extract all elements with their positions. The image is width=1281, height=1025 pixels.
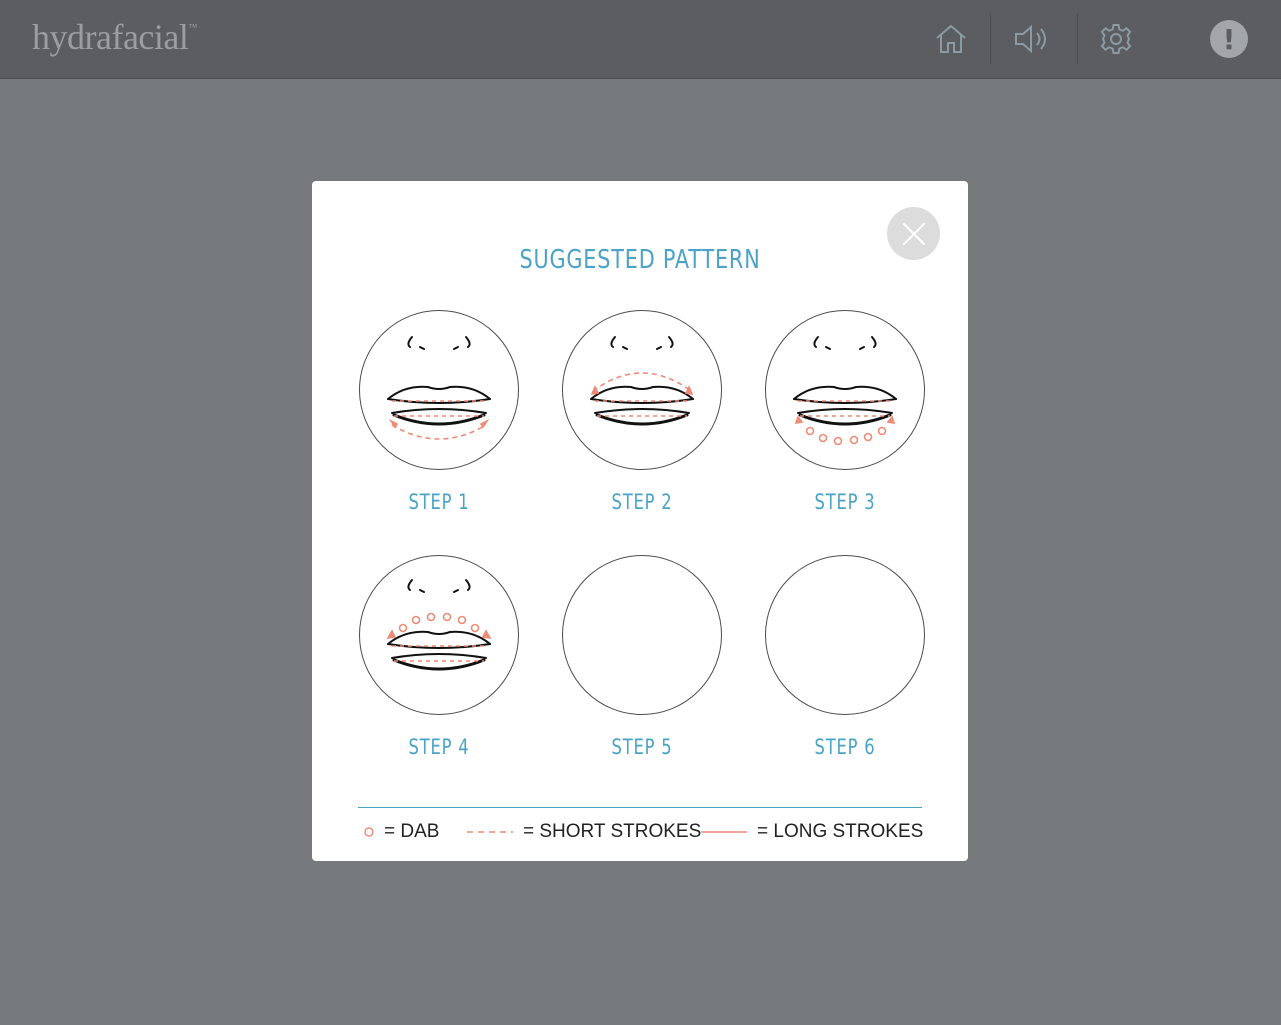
speaker-icon xyxy=(1015,24,1046,54)
modal-title: SUGGESTED PATTERN xyxy=(519,245,761,275)
legend-long-label: = LONG STROKES xyxy=(757,821,924,842)
step-6-card: STEP 6 xyxy=(755,555,935,765)
sound-button[interactable] xyxy=(1002,14,1062,64)
home-icon xyxy=(936,24,966,53)
hydrafacial-logo: hydrafacial™ xyxy=(32,17,197,57)
step-2-diagram xyxy=(562,310,722,470)
step-4-diagram xyxy=(359,555,519,715)
lower-lip xyxy=(392,413,486,426)
legend-dab: = DAB xyxy=(362,821,439,843)
alert-button[interactable]: ! xyxy=(1199,14,1259,64)
short-strokes-lower xyxy=(391,424,487,440)
step-2-label: STEP 2 xyxy=(611,490,673,514)
step-3-label: STEP 3 xyxy=(814,490,876,514)
legend-divider xyxy=(358,807,922,808)
toolbar-divider xyxy=(1077,14,1078,64)
step-1-diagram xyxy=(359,310,519,470)
dashed-line-icon xyxy=(467,831,513,833)
top-bar: hydrafacial™ ! xyxy=(0,0,1281,79)
step-3-diagram xyxy=(765,310,925,470)
home-button[interactable] xyxy=(921,14,981,64)
step-2-card: STEP 2 xyxy=(552,310,732,520)
nostril-right xyxy=(465,336,471,348)
upper-lip xyxy=(387,385,491,400)
legend-long-strokes: = LONG STROKES xyxy=(701,821,923,843)
legend: = DAB = SHORT STROKES = LONG STROKES xyxy=(358,819,923,849)
solid-line-icon xyxy=(701,831,747,833)
step-5-label: STEP 5 xyxy=(611,735,673,759)
step-1-card: STEP 1 xyxy=(349,310,529,520)
legend-short-strokes: = SHORT STROKES xyxy=(467,821,701,843)
step-4-label: STEP 4 xyxy=(408,735,470,759)
alert-icon: ! xyxy=(1210,20,1248,58)
step-5-card: STEP 5 xyxy=(552,555,732,765)
step-5-diagram xyxy=(562,555,722,715)
dab-circle-icon xyxy=(364,827,374,837)
settings-gear-icon xyxy=(1100,24,1132,54)
step-4-card: STEP 4 xyxy=(349,555,529,765)
step-6-label: STEP 6 xyxy=(814,735,876,759)
step-1-label: STEP 1 xyxy=(408,490,470,514)
step-3-card: STEP 3 xyxy=(755,310,935,520)
step-6-diagram xyxy=(765,555,925,715)
close-icon xyxy=(902,222,925,245)
nostril-left xyxy=(407,336,413,348)
legend-short-label: = SHORT STROKES xyxy=(523,821,702,842)
legend-dab-label: = DAB xyxy=(384,821,440,842)
dab-dot xyxy=(805,426,815,436)
suggested-pattern-modal: SUGGESTED PATTERN STEP 1 STEP 2 STEP 3 S… xyxy=(312,181,968,861)
toolbar-divider xyxy=(990,14,991,64)
settings-button[interactable] xyxy=(1086,14,1146,64)
